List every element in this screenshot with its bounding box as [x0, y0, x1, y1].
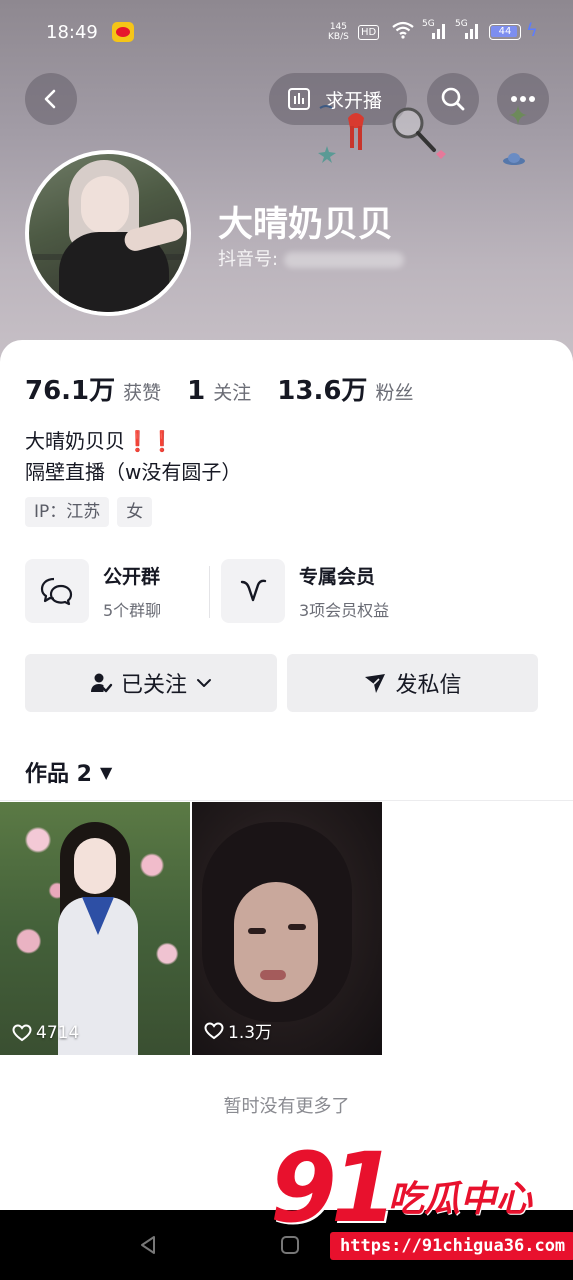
status-time: 18:49	[46, 22, 98, 43]
nav-back-icon[interactable]	[138, 1234, 158, 1256]
profile-bio: 大晴奶贝贝❗❗ 隔壁直播（w没有圆子）	[25, 426, 241, 488]
exclusive-member-title: 专属会员	[299, 565, 376, 588]
sparkle-sticker-icon	[509, 105, 527, 125]
public-group-title: 公开群	[103, 565, 161, 588]
stat-following-value: 1	[187, 376, 206, 406]
weibo-notification-icon	[112, 22, 134, 42]
work-thumbnail-1[interactable]: 4714	[0, 802, 190, 1055]
battery-level: 44	[498, 26, 512, 37]
watermark-number: 91	[270, 1132, 398, 1244]
avatar-face	[81, 176, 129, 234]
chevron-left-icon	[44, 89, 56, 109]
bio-line-1: 大晴奶贝贝	[25, 429, 125, 453]
hd-indicator: HD	[358, 25, 380, 40]
works-tab[interactable]: 作品 2 ▼	[25, 756, 112, 788]
tag-ip-location: IP：江苏	[25, 497, 110, 527]
douyin-id-blurred-value	[284, 252, 405, 268]
followed-button[interactable]: 已关注	[25, 654, 277, 712]
exclusive-member-entry[interactable]: 专属会员 3项会员权益	[221, 558, 389, 624]
douyin-id-label: 抖音号:	[218, 249, 279, 270]
thumb2-eye-right	[288, 924, 306, 930]
work-1-likes: 4714	[12, 1023, 79, 1043]
thumb2-lips	[260, 970, 286, 980]
network-speed: 145 KB/S	[328, 22, 349, 42]
work-thumbnail-2[interactable]: 1.3万	[192, 802, 382, 1055]
work-2-likes: 1.3万	[204, 1018, 272, 1043]
stat-likes[interactable]: 76.1万 获赞	[25, 370, 161, 407]
paper-plane-icon	[365, 674, 386, 693]
send-message-label: 发私信	[395, 673, 462, 698]
member-v-icon	[221, 559, 285, 623]
send-message-button[interactable]: 发私信	[287, 654, 538, 712]
bar-chart-icon	[288, 88, 310, 110]
stat-following[interactable]: 1 关注	[187, 376, 251, 406]
profile-avatar[interactable]	[25, 150, 191, 316]
profile-stats: 76.1万 获赞 1 关注 13.6万 粉丝	[25, 370, 439, 407]
douyin-id[interactable]: 抖音号:	[218, 245, 405, 271]
profile-tags: IP：江苏 女	[25, 497, 160, 527]
caret-down-icon: ▼	[99, 762, 113, 782]
watermark-url: https://91chigua36.com	[330, 1232, 573, 1260]
stat-followers[interactable]: 13.6万 粉丝	[277, 370, 413, 407]
charging-icon: ϟ	[526, 20, 538, 41]
thumb2-face	[234, 882, 318, 1002]
thumb1-face	[74, 838, 116, 894]
header-decoration-stickers	[319, 105, 446, 159]
stat-likes-value: 76.1万	[25, 376, 116, 406]
star-sticker-icon	[318, 146, 336, 163]
exclusive-member-subtitle: 3项会员权益	[299, 600, 390, 620]
no-more-content-label: 暂时没有更多了	[223, 1096, 350, 1117]
more-dots-icon	[511, 96, 535, 102]
stat-likes-label: 获赞	[123, 382, 162, 404]
followed-button-label: 已关注	[120, 673, 187, 698]
watermark-text: 吃瓜中心	[388, 1179, 533, 1220]
chevron-down-icon	[197, 679, 211, 687]
works-divider	[0, 800, 573, 801]
heart-outline-icon	[12, 1024, 32, 1042]
network-speed-value: 145	[329, 22, 347, 32]
status-bar: 18:49 145 KB/S HD 5G 5G 44 ϟ	[0, 0, 573, 64]
public-group-subtitle: 5个群聊	[103, 600, 162, 620]
bio-exclamation-marks: ❗❗	[125, 429, 175, 453]
work-1-likes-count: 4714	[36, 1023, 80, 1043]
tag-gender: 女	[117, 497, 153, 527]
public-group-entry[interactable]: 公开群 5个群聊	[25, 558, 161, 624]
feature-divider	[209, 566, 210, 618]
wifi-icon	[392, 21, 414, 39]
bio-line-2: 隔壁直播（w没有圆子）	[25, 460, 242, 484]
stat-followers-label: 粉丝	[375, 382, 414, 404]
profile-name: 大晴奶贝贝	[218, 205, 394, 245]
works-tab-label: 作品 2	[25, 762, 92, 787]
heart-outline-icon	[204, 1021, 224, 1039]
network-speed-unit: KB/S	[328, 32, 349, 42]
battery-icon: 44	[489, 24, 521, 40]
thumb2-eye-left	[248, 928, 266, 934]
chat-bubbles-icon	[25, 559, 89, 623]
user-check-icon	[90, 673, 113, 693]
stat-following-label: 关注	[213, 382, 252, 404]
hat-sticker-icon	[503, 153, 525, 165]
work-2-likes-count: 1.3万	[228, 1023, 273, 1043]
back-button[interactable]	[25, 73, 77, 125]
stat-followers-value: 13.6万	[277, 376, 368, 406]
